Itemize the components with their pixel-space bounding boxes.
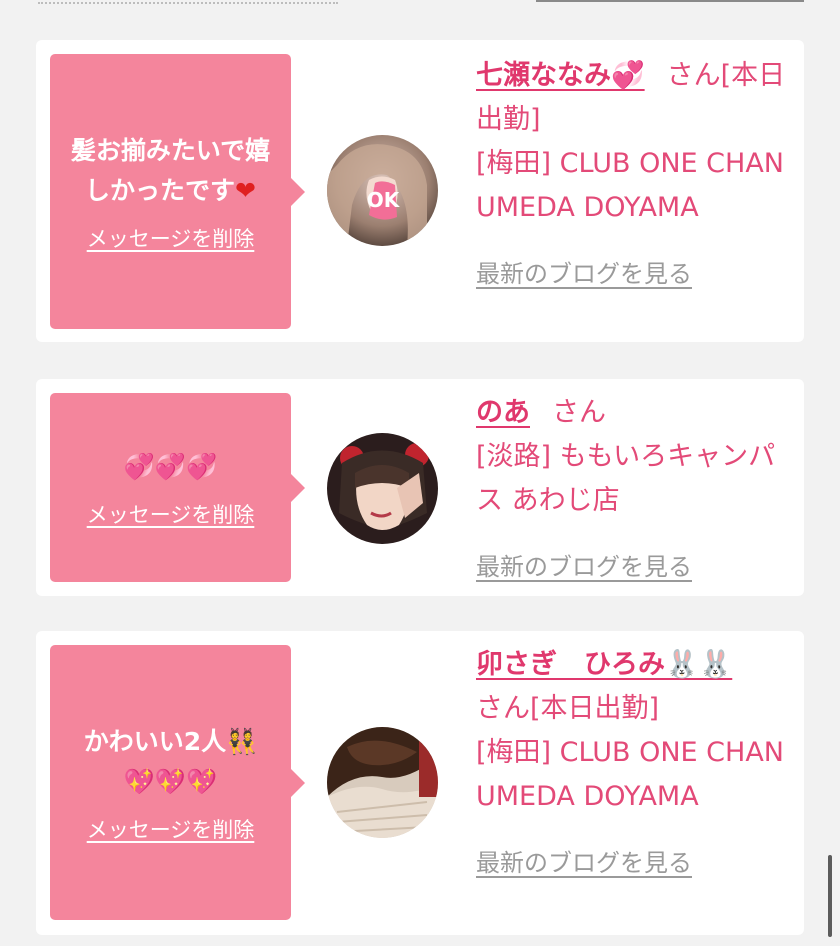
store-name: [淡路] ももいろキャンパス あわじ店 [476, 441, 776, 516]
latest-blog-link[interactable]: 最新のブログを見る [476, 841, 692, 885]
message-bubble: 💞💞💞 メッセージを削除 [50, 393, 305, 582]
rabbit-face-icon: 🐰🐰 [665, 649, 733, 680]
delete-message-link[interactable]: メッセージを削除 [87, 223, 255, 253]
avatar[interactable]: OK [327, 135, 438, 246]
dancers-icon: 👯 [226, 726, 258, 756]
message-text: 💞💞💞 [123, 451, 218, 481]
delete-message-link[interactable]: メッセージを削除 [87, 814, 255, 844]
message-text: 髪お揃みたいで嬉しかったです❤ [70, 135, 271, 205]
message-card: 髪お揃みたいで嬉しかったです❤ メッセージを削除 OK 七瀬ななみ💞 さん[本日出… [36, 40, 804, 342]
avatar[interactable] [327, 433, 438, 544]
message-bubble: かわいい2人👯 💖💖💖 メッセージを削除 [50, 645, 305, 920]
sparkling-hearts-text: 💖💖💖 [123, 766, 218, 796]
latest-blog-link[interactable]: 最新のブログを見る [476, 545, 692, 589]
store-name: [梅田] CLUB ONE CHAN UMEDA DOYAMA [476, 148, 784, 223]
cast-name-link[interactable]: 七瀬ななみ💞 [476, 60, 645, 91]
message-bubble: 髪お揃みたいで嬉しかったです❤ メッセージを削除 [50, 54, 305, 329]
cast-name-link[interactable]: 卯さぎ ひろみ🐰🐰 [476, 649, 732, 680]
cast-honorific: さん [552, 397, 606, 428]
two-hearts-icon: 💞 [611, 60, 645, 91]
store-name: [梅田] CLUB ONE CHAN UMEDA DOYAMA [476, 737, 784, 812]
delete-message-link[interactable]: メッセージを削除 [87, 499, 255, 529]
scrollbar[interactable] [828, 855, 832, 937]
previous-card-fragment [0, 0, 840, 10]
fragment-underline-right [536, 0, 804, 2]
cast-name-link[interactable]: のあ [476, 397, 530, 428]
cast-info: 七瀬ななみ💞 さん[本日出勤] [梅田] CLUB ONE CHAN UMEDA … [476, 54, 791, 296]
message-card: かわいい2人👯 💖💖💖 メッセージを削除 卯さぎ ひろみ🐰🐰 さん[本日出勤] [… [36, 631, 804, 935]
message-text: かわいい2人👯 [83, 726, 258, 756]
cast-honorific: さん[本日出勤] [476, 693, 660, 724]
cast-info: 卯さぎ ひろみ🐰🐰 さん[本日出勤] [梅田] CLUB ONE CHAN UME… [476, 643, 791, 885]
message-card: 💞💞💞 メッセージを削除 のあ さん [淡路] ももいろキャンパス あわじ店 最新… [36, 379, 804, 596]
heart-icon: ❤ [235, 175, 256, 205]
fragment-divider-left [38, 0, 338, 4]
avatar[interactable] [327, 727, 438, 838]
svg-text:OK: OK [367, 188, 401, 212]
latest-blog-link[interactable]: 最新のブログを見る [476, 252, 692, 296]
cast-info: のあ さん [淡路] ももいろキャンパス あわじ店 最新のブログを見る [476, 391, 791, 589]
